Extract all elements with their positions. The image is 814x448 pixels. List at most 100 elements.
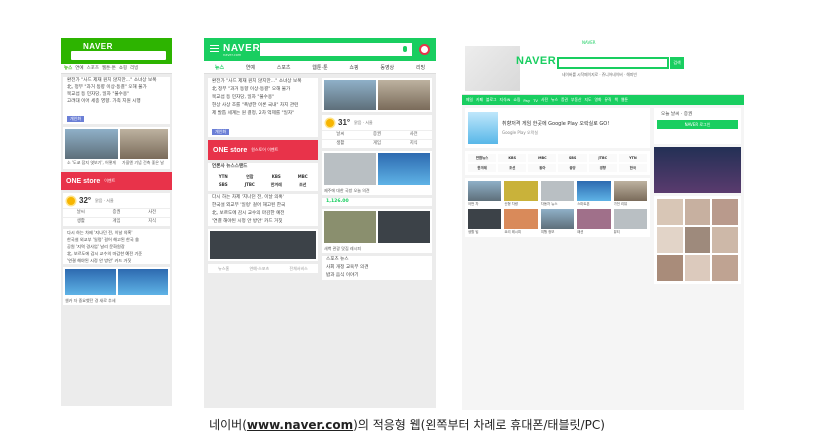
press-logo[interactable]: MBC [528, 154, 557, 162]
nav-item[interactable]: 쇼핑 [513, 97, 520, 103]
grid-item[interactable]: 사전 [134, 208, 170, 217]
top-links[interactable]: 네이버를 시작페이지로 · 쥬니어네이버 · 해피빈 [562, 72, 637, 78]
press-logo[interactable]: YTN [618, 154, 647, 162]
news-photo[interactable] [117, 269, 168, 295]
nav-item[interactable]: Pay [523, 98, 530, 103]
side-photo[interactable] [712, 227, 738, 253]
nav-item[interactable]: 뮤직 [604, 97, 611, 103]
news-item[interactable]: 北, 정부 "과거 동향 이상·동결" 오해 불가 [63, 84, 170, 91]
news-item[interactable]: 환전가 "사드 제재 원치 않지만…" 소녀상 보복 [208, 78, 318, 86]
press-logo[interactable]: SBS [558, 154, 587, 162]
press-logo[interactable]: 중앙 [558, 164, 587, 172]
footer-link[interactable]: 연예·스포츠 [249, 264, 269, 273]
press-logo[interactable]: YTN [211, 174, 236, 180]
grid-item[interactable]: 게임 [358, 139, 396, 148]
news-item[interactable]: 다시 하는 차제 '지나던 전, 이날 의혹' [63, 229, 170, 236]
news-item[interactable]: 환전가 "사드 제재 원치 않지만…" 소녀상 보복 [63, 77, 170, 84]
phone-search-input[interactable] [71, 51, 166, 60]
press-logo[interactable]: 한국 [618, 164, 647, 172]
content-thumb[interactable] [540, 181, 575, 201]
tab-entertainment[interactable]: 연예 [75, 65, 83, 72]
search-button[interactable]: 검색 [670, 57, 684, 69]
news-photo[interactable] [324, 153, 376, 185]
press-logo[interactable]: JTBC [238, 182, 263, 188]
news-photo[interactable] [65, 269, 116, 295]
grid-item[interactable]: 지식 [134, 217, 170, 226]
content-thumb[interactable] [468, 209, 502, 229]
side-photo[interactable] [657, 199, 683, 225]
news-item[interactable]: 北 정부 "과거 동향 이상·동결" 오해 불가 [208, 86, 318, 94]
personalize-tag[interactable]: 개인화 [67, 116, 85, 122]
footer-link[interactable]: 뉴스홈 [218, 264, 229, 273]
pc-search-input[interactable] [557, 57, 669, 69]
grid-item[interactable]: 날씨 [322, 130, 359, 139]
nav-item[interactable]: 책 [614, 97, 618, 103]
content-thumb[interactable] [468, 181, 502, 201]
nav-item[interactable]: 블로그 [486, 97, 496, 103]
side-photo[interactable] [684, 227, 711, 253]
press-logo[interactable]: KBS [264, 174, 289, 180]
tab-sports[interactable]: 스포츠 [277, 64, 291, 71]
caption-url[interactable]: www.naver.com [247, 418, 353, 432]
nav-item[interactable]: 증권 [561, 97, 568, 103]
news-item[interactable]: 공원 '지역 경사업' 날리 문화원장 [63, 243, 170, 250]
side-photo[interactable] [712, 255, 738, 281]
grid-item[interactable]: 게임 [98, 217, 135, 226]
grid-item[interactable]: 생활 [63, 217, 99, 226]
content-thumb[interactable] [540, 209, 575, 229]
onestore-banner[interactable]: ONE store 원스토어 이벤트 [208, 140, 318, 160]
tablet-search-input[interactable] [260, 43, 412, 56]
news-item[interactable]: 북교섭 등 민자당, 일자 "불수용" [63, 91, 170, 98]
news-item[interactable]: 한국설 외교부 '일렁' 걸어 해고된 한국 쓸 [63, 236, 170, 243]
news-photo[interactable] [324, 211, 376, 243]
tab-sports[interactable]: 스포츠 [87, 65, 99, 72]
nav-item[interactable]: TV [533, 98, 538, 103]
side-photo[interactable] [684, 255, 711, 281]
google-play-ad[interactable]: 취향저격 게임 한곳에 Google Play 오락실로 GO! Google … [465, 108, 650, 148]
press-logo[interactable]: 경향 [588, 164, 617, 172]
press-logo[interactable]: 한겨레 [264, 182, 289, 188]
login-button[interactable]: NAVER 로그인 [657, 120, 738, 129]
press-logo[interactable]: 한겨레 [468, 164, 497, 172]
press-logo[interactable]: 조선 [291, 182, 316, 188]
naver-logo[interactable]: NAVER [83, 42, 113, 51]
tab-shopping[interactable]: 쇼핑 [349, 64, 358, 71]
footer-link[interactable]: 전체서비스 [289, 264, 307, 273]
grid-item[interactable]: 지식 [395, 139, 432, 148]
nav-item[interactable]: 뉴스 [551, 97, 558, 103]
naver-logo[interactable]: NAVER [516, 55, 556, 67]
press-logo[interactable]: JTBC [588, 154, 617, 162]
news-item[interactable]: 한국설 외교부 '일렁' 걸어 해고된 한국 [208, 202, 318, 210]
press-logo[interactable]: 연합 [238, 174, 263, 180]
news-photo[interactable] [378, 80, 430, 110]
news-photo[interactable] [120, 129, 168, 159]
avatar[interactable] [419, 44, 430, 55]
news-item[interactable]: 사회 개정 교육부 의견 [322, 264, 432, 272]
tab-webtoon[interactable]: 웹툰·툰 [102, 65, 116, 72]
side-ad-image[interactable] [654, 147, 741, 193]
tab-webtoon[interactable]: 웹툰·툰 [312, 64, 327, 71]
press-logo[interactable]: 조선 [498, 164, 527, 172]
news-item[interactable]: 다시 하는 차제 '지나던 전, 이날 의혹' [208, 194, 318, 202]
onestore-banner[interactable]: ONE store 이벤트 [61, 172, 172, 190]
news-item[interactable]: 北, 보르도에 감시 교수의 마감한 예전 [208, 210, 318, 218]
content-thumb[interactable] [613, 181, 647, 201]
press-logo[interactable]: MBC [291, 174, 316, 180]
tab-entertainment[interactable]: 연예 [246, 64, 255, 71]
nav-item[interactable]: 웹툰 [621, 97, 628, 103]
top-link[interactable]: NAVER [582, 40, 596, 45]
news-item[interactable]: '연결 해야된 시정 안 방안' 카드 거짓 [208, 218, 318, 226]
news-photo[interactable] [378, 211, 430, 243]
nav-item[interactable]: 지식iN [499, 97, 510, 103]
grid-item[interactable]: 사전 [395, 130, 432, 139]
side-photo[interactable] [684, 199, 711, 225]
content-thumb[interactable] [613, 209, 647, 229]
personalize-tag[interactable]: 개인화 [212, 129, 230, 135]
news-item[interactable]: 밥과 음식 이야기 [322, 272, 432, 280]
content-thumb[interactable] [504, 181, 538, 201]
grid-item[interactable]: 날씨 [63, 208, 99, 217]
side-photo[interactable] [657, 227, 683, 253]
press-logo[interactable]: SBS [211, 182, 236, 188]
news-item[interactable]: 현상 사상 조를 "폭방한 이론 국내" 차지 관련 [208, 102, 318, 110]
nav-item[interactable]: 카페 [476, 97, 483, 103]
